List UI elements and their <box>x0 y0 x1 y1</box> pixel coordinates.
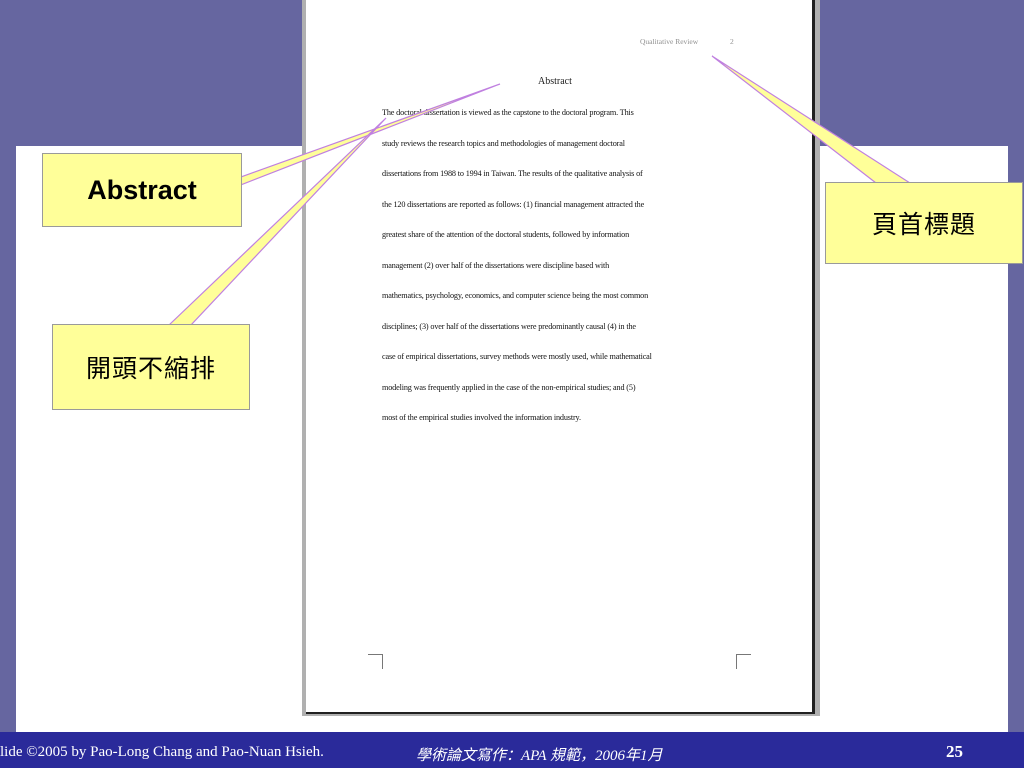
running-head: Qualitative Review <box>640 37 699 46</box>
document-page: Qualitative Review 2 Abstract The doctor… <box>306 0 815 714</box>
slide-left-strip <box>0 146 16 732</box>
slide-footer: lide ©2005 by Pao-Long Chang and Pao-Nua… <box>0 732 1024 768</box>
footer-course-title: 學術論文寫作：APA 規範，2006年1月 <box>416 748 663 764</box>
abstract-heading: Abstract <box>538 76 572 87</box>
abstract-line: The doctoral dissertation is viewed as t… <box>382 108 634 117</box>
abstract-callout: Abstract <box>42 153 242 227</box>
page-number: 2 <box>730 37 734 46</box>
abstract-body: The doctoral dissertation is viewed as t… <box>382 106 742 442</box>
abstract-line: dissertations from 1988 to 1994 in Taiwa… <box>382 169 643 178</box>
bottom-right-margin-mark <box>736 654 751 669</box>
abstract-line: modeling was frequently applied in the c… <box>382 382 636 392</box>
abstract-line: management (2) over half of the disserta… <box>382 260 610 270</box>
abstract-line: most of the empirical studies involved t… <box>382 413 581 422</box>
abstract-line: mathematics, psychology, economics, and … <box>382 291 649 300</box>
footer-credit: lide ©2005 by Pao-Long Chang and Pao-Nua… <box>0 744 324 760</box>
abstract-line: case of empirical dissertations, survey … <box>382 352 652 361</box>
running-header-callout: 頁首標題 <box>825 182 1023 264</box>
abstract-line: disciplines; (3) over half of the disser… <box>382 321 636 331</box>
abstract-line: greatest share of the attention of the d… <box>382 230 630 239</box>
abstract-line: the 120 dissertations are reported as fo… <box>382 199 645 209</box>
no-indent-callout: 開頭不縮排 <box>52 324 250 410</box>
bottom-left-margin-mark <box>368 654 383 669</box>
slide-number: 25 <box>946 742 963 761</box>
abstract-line: study reviews the research topics and me… <box>382 138 625 148</box>
